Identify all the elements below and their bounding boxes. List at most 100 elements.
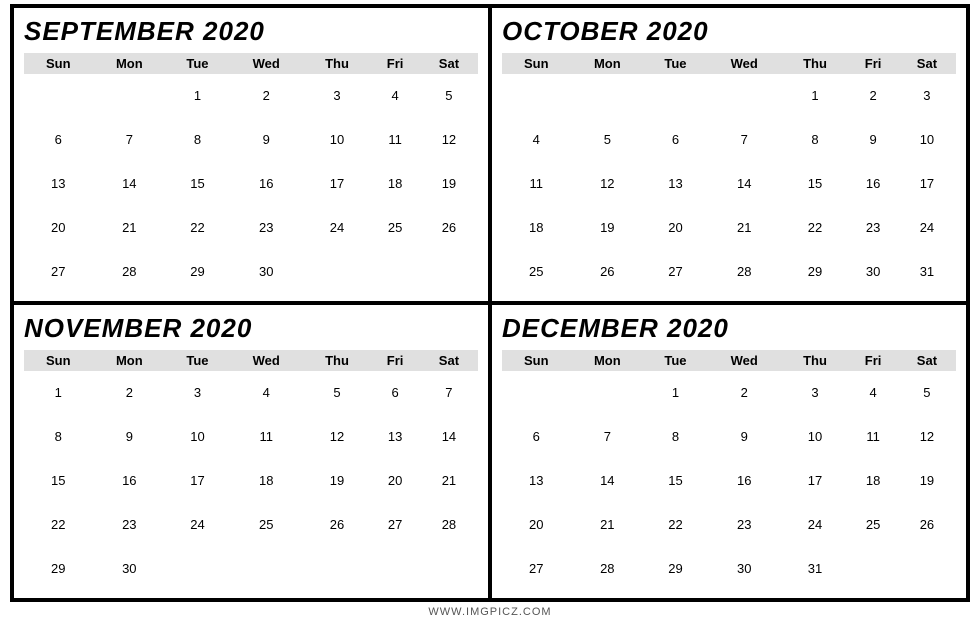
day-cell <box>898 546 956 590</box>
day-cell: 21 <box>420 459 478 503</box>
day-cell: 10 <box>782 415 849 459</box>
calendar-3: DECEMBER 2020SunMonTueWedThuFriSat123456… <box>490 303 968 600</box>
day-cell: 25 <box>229 502 304 546</box>
day-header-thu: Thu <box>304 350 371 371</box>
day-cell: 5 <box>570 118 644 162</box>
day-cell <box>420 546 478 590</box>
day-header-sun: Sun <box>502 53 570 74</box>
day-cell: 21 <box>570 502 644 546</box>
day-cell: 22 <box>166 205 229 249</box>
week-row: 6789101112 <box>24 118 478 162</box>
cal-table-3: SunMonTueWedThuFriSat1234567891011121314… <box>502 350 956 590</box>
day-cell: 1 <box>166 74 229 118</box>
day-cell: 2 <box>229 74 304 118</box>
day-cell: 6 <box>370 371 419 415</box>
day-cell: 11 <box>370 118 419 162</box>
week-row: 2728293031 <box>502 546 956 590</box>
day-cell: 26 <box>304 502 371 546</box>
day-cell: 3 <box>782 371 849 415</box>
day-cell: 16 <box>707 459 782 503</box>
day-cell: 20 <box>644 205 707 249</box>
day-cell <box>166 546 229 590</box>
day-cell: 21 <box>92 205 166 249</box>
day-cell: 30 <box>229 249 304 293</box>
day-header-fri: Fri <box>848 53 897 74</box>
calendar-1: OCTOBER 2020SunMonTueWedThuFriSat1234567… <box>490 6 968 303</box>
day-cell: 14 <box>570 459 644 503</box>
week-row: 15161718192021 <box>24 459 478 503</box>
week-row: 2930 <box>24 546 478 590</box>
day-cell: 24 <box>304 205 371 249</box>
week-row: 891011121314 <box>24 415 478 459</box>
day-cell: 9 <box>229 118 304 162</box>
day-cell: 27 <box>370 502 419 546</box>
day-cell: 19 <box>304 459 371 503</box>
day-header-mon: Mon <box>570 53 644 74</box>
day-cell: 3 <box>166 371 229 415</box>
day-header-wed: Wed <box>229 53 304 74</box>
day-cell: 23 <box>848 205 897 249</box>
week-row: 6789101112 <box>502 415 956 459</box>
day-cell: 24 <box>166 502 229 546</box>
week-row: 13141516171819 <box>502 459 956 503</box>
day-cell: 16 <box>92 459 166 503</box>
day-header-fri: Fri <box>848 350 897 371</box>
day-cell: 24 <box>898 205 956 249</box>
day-cell: 10 <box>898 118 956 162</box>
day-cell: 22 <box>24 502 92 546</box>
day-header-sat: Sat <box>898 350 956 371</box>
day-cell: 14 <box>92 162 166 206</box>
calendars-grid: SEPTEMBER 2020SunMonTueWedThuFriSat12345… <box>10 4 970 602</box>
month-title-0: SEPTEMBER 2020 <box>24 16 478 47</box>
day-cell: 13 <box>644 162 707 206</box>
day-cell: 29 <box>166 249 229 293</box>
day-cell: 11 <box>229 415 304 459</box>
day-cell: 4 <box>502 118 570 162</box>
day-cell: 18 <box>370 162 419 206</box>
day-cell: 13 <box>370 415 419 459</box>
day-cell <box>370 249 419 293</box>
day-cell: 14 <box>420 415 478 459</box>
day-cell <box>24 74 92 118</box>
day-cell: 28 <box>707 249 782 293</box>
day-cell: 6 <box>24 118 92 162</box>
day-cell <box>570 74 644 118</box>
day-cell: 28 <box>570 546 644 590</box>
day-cell: 26 <box>420 205 478 249</box>
day-header-wed: Wed <box>707 350 782 371</box>
day-cell: 9 <box>848 118 897 162</box>
day-cell: 1 <box>644 371 707 415</box>
day-header-tue: Tue <box>166 53 229 74</box>
day-cell: 19 <box>570 205 644 249</box>
day-cell: 4 <box>370 74 419 118</box>
day-header-tue: Tue <box>166 350 229 371</box>
day-cell: 5 <box>304 371 371 415</box>
day-cell: 4 <box>848 371 897 415</box>
day-cell: 8 <box>24 415 92 459</box>
day-cell: 6 <box>502 415 570 459</box>
day-header-thu: Thu <box>304 53 371 74</box>
day-cell: 29 <box>782 249 849 293</box>
day-header-thu: Thu <box>782 53 849 74</box>
day-header-sun: Sun <box>24 53 92 74</box>
day-header-fri: Fri <box>370 350 419 371</box>
cal-table-2: SunMonTueWedThuFriSat1234567891011121314… <box>24 350 478 590</box>
day-cell: 17 <box>304 162 371 206</box>
day-header-thu: Thu <box>782 350 849 371</box>
day-cell: 20 <box>24 205 92 249</box>
calendar-0: SEPTEMBER 2020SunMonTueWedThuFriSat12345… <box>12 6 490 303</box>
day-cell <box>370 546 419 590</box>
week-row: 45678910 <box>502 118 956 162</box>
day-header-mon: Mon <box>92 350 166 371</box>
day-header-tue: Tue <box>644 53 707 74</box>
day-cell: 29 <box>24 546 92 590</box>
day-cell: 12 <box>898 415 956 459</box>
week-row: 11121314151617 <box>502 162 956 206</box>
day-cell: 15 <box>166 162 229 206</box>
day-cell: 19 <box>420 162 478 206</box>
day-cell <box>848 546 897 590</box>
day-cell <box>92 74 166 118</box>
day-header-mon: Mon <box>570 350 644 371</box>
day-cell: 27 <box>24 249 92 293</box>
day-cell: 9 <box>707 415 782 459</box>
